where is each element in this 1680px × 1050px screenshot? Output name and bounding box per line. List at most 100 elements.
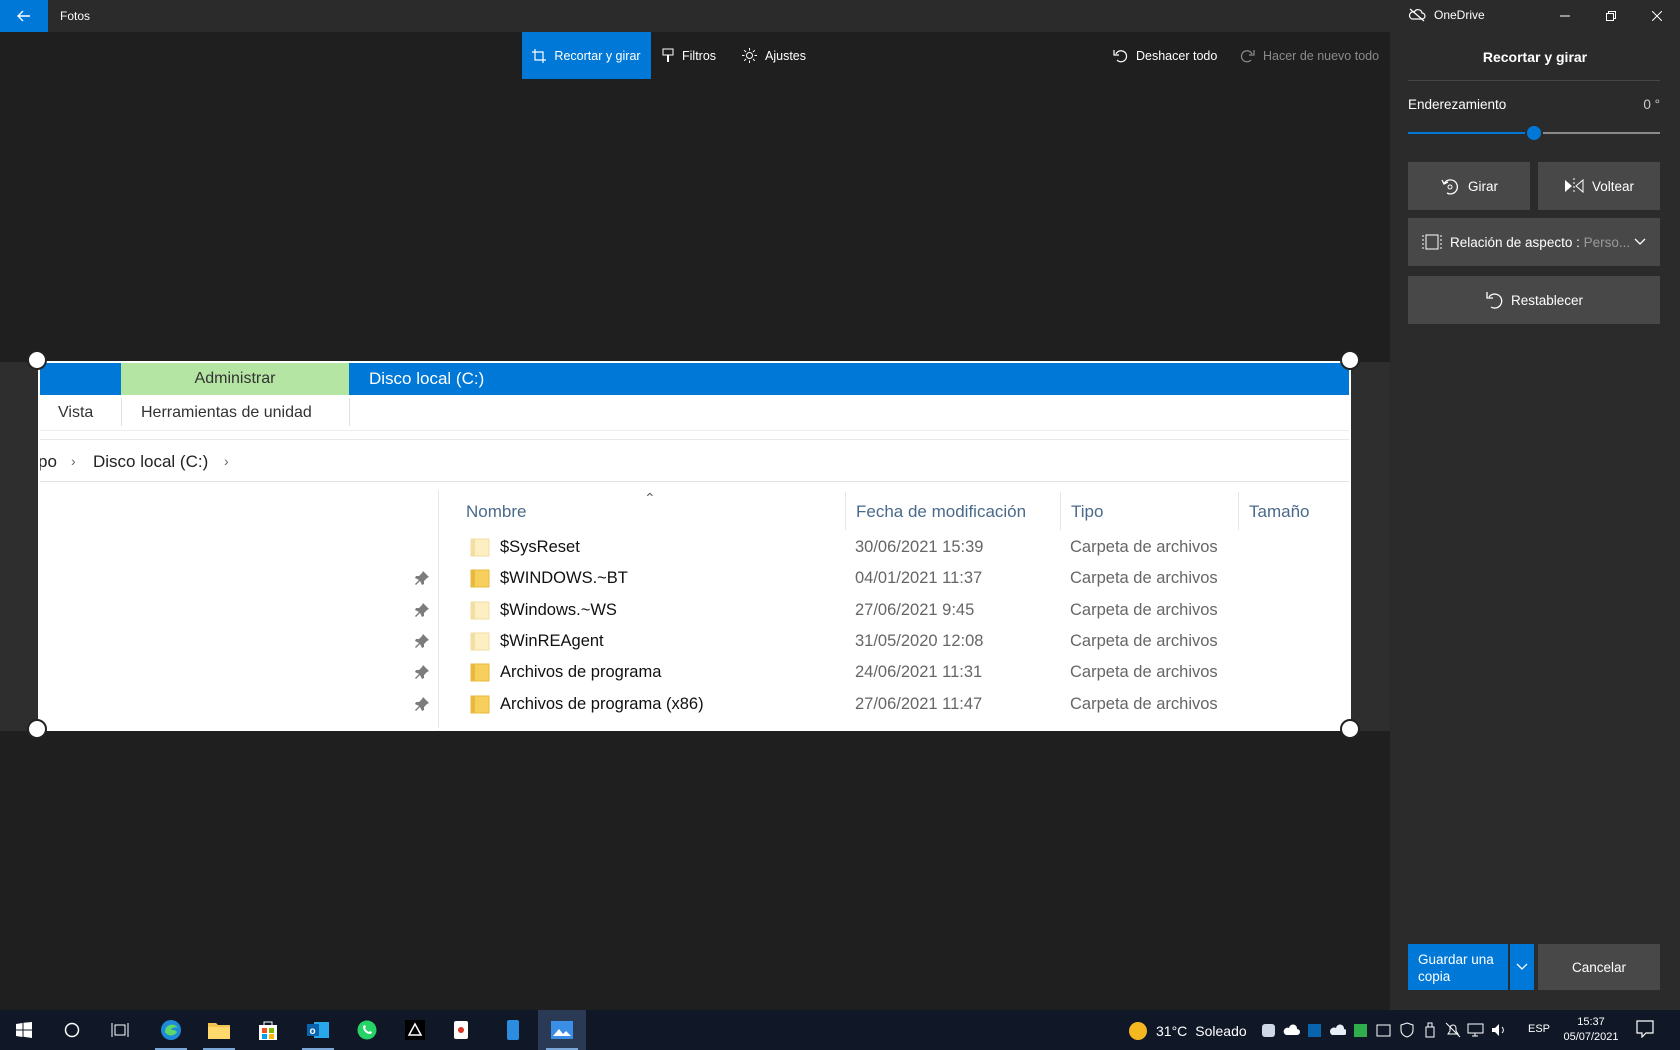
search-button[interactable]: [48, 1010, 96, 1050]
cloud-app-icon[interactable]: [1260, 1022, 1277, 1039]
taskbar-outlook[interactable]: o: [294, 1010, 342, 1050]
network-adapter-icon[interactable]: [1375, 1022, 1392, 1039]
crop-handle-bottom-right[interactable]: [1340, 719, 1360, 739]
rotate-button[interactable]: Girar: [1408, 162, 1530, 210]
onedrive-offline-icon: [1408, 8, 1426, 22]
straighten-slider[interactable]: [1408, 124, 1660, 142]
taskbar-solitaire[interactable]: [438, 1010, 486, 1050]
crop-icon: [532, 48, 547, 63]
clock[interactable]: 15:37 05/07/2021: [1558, 1015, 1624, 1045]
adjust-tool[interactable]: Ajustes: [742, 32, 806, 79]
phone-icon: [507, 1020, 519, 1040]
restore-button[interactable]: [1588, 0, 1634, 32]
straighten-slider-thumb[interactable]: [1525, 124, 1543, 142]
aspect-ratio-label: Relación de aspecto :: [1450, 234, 1584, 250]
cards-icon: [454, 1021, 468, 1039]
usb-icon[interactable]: [1421, 1022, 1438, 1039]
clock-date: 05/07/2021: [1563, 1031, 1619, 1043]
taskbar: o 31°C Soleado ESP 15:37 05/07/2021: [0, 1010, 1680, 1050]
brush-icon: [662, 48, 674, 62]
volume-icon[interactable]: [1490, 1022, 1507, 1039]
start-button[interactable]: [0, 1010, 48, 1050]
taskbar-photos[interactable]: [538, 1010, 586, 1050]
crop-handle-top-right[interactable]: [1340, 350, 1360, 370]
chevron-down-icon: [1516, 963, 1528, 970]
store-bag-icon: [259, 1021, 277, 1040]
crop-rotate-panel: Recortar y girar Enderezamiento 0 ° Gira…: [1390, 32, 1680, 1010]
notifications-muted-icon[interactable]: [1444, 1022, 1461, 1039]
task-view-button[interactable]: [96, 1010, 144, 1050]
restore-icon: [1606, 11, 1616, 21]
back-button[interactable]: [0, 0, 48, 32]
flip-icon: [1564, 178, 1584, 194]
minimize-button[interactable]: [1542, 0, 1588, 32]
onedrive-tray-icon[interactable]: [1329, 1022, 1346, 1039]
rotate-label: Girar: [1468, 178, 1498, 194]
shield-icon[interactable]: [1398, 1022, 1415, 1039]
reset-label: Restablecer: [1510, 292, 1584, 308]
straighten-value: 0 °: [1643, 97, 1660, 112]
flip-label: Voltear: [1591, 178, 1635, 194]
taskbar-phone[interactable]: [489, 1010, 537, 1050]
sun-icon: [1129, 1022, 1147, 1040]
outlook-icon: o: [307, 1022, 329, 1038]
close-icon: [1652, 11, 1662, 21]
taskbar-edge[interactable]: [147, 1010, 195, 1050]
arrow-left-icon: [17, 10, 30, 22]
taskbar-app[interactable]: [391, 1010, 439, 1050]
taskbar-file-explorer[interactable]: [195, 1010, 243, 1050]
input-language[interactable]: ESP: [1528, 1023, 1550, 1035]
save-copy-button[interactable]: Guardar una copia: [1408, 944, 1508, 990]
action-center-button[interactable]: [1636, 1020, 1654, 1041]
adjust-label: Ajustes: [765, 48, 806, 63]
straighten-slider-fill: [1408, 132, 1534, 134]
crop-rotate-tool[interactable]: Recortar y girar: [522, 32, 651, 79]
chevron-down-icon: [1634, 238, 1646, 245]
taskbar-store[interactable]: [244, 1010, 292, 1050]
undo-all-label: Deshacer todo: [1136, 48, 1218, 63]
reset-icon: [1486, 292, 1503, 309]
crop-handle-top-left[interactable]: [27, 350, 47, 370]
weather-text: Soleado: [1195, 1023, 1247, 1039]
taskbar-whatsapp[interactable]: [343, 1010, 391, 1050]
aspect-ratio-dropdown[interactable]: Relación de aspecto : Perso...: [1408, 218, 1660, 266]
notification-center-icon: [1636, 1020, 1654, 1039]
panel-divider: [1408, 80, 1660, 81]
filters-tool[interactable]: Filtros: [662, 32, 716, 79]
aspect-ratio-icon: [1422, 234, 1442, 250]
upload-cloud-icon[interactable]: [1283, 1022, 1300, 1039]
onedrive-status[interactable]: OneDrive: [1408, 8, 1485, 22]
task-view-icon: [111, 1023, 129, 1037]
security-app-icon[interactable]: [1352, 1022, 1369, 1039]
whatsapp-icon: [357, 1020, 377, 1040]
cortana-circle-icon: [64, 1022, 80, 1038]
aspect-ratio-value: Perso...: [1583, 234, 1631, 250]
save-options-button[interactable]: [1510, 944, 1534, 990]
straighten-label: Enderezamiento: [1408, 97, 1507, 112]
redo-all-label: Hacer de nuevo todo: [1263, 48, 1380, 63]
app-title: Fotos: [60, 9, 91, 23]
close-button[interactable]: [1634, 0, 1680, 32]
undo-all-button[interactable]: Deshacer todo: [1113, 32, 1217, 79]
outlook-tray-icon[interactable]: [1306, 1022, 1323, 1039]
weather-widget[interactable]: 31°C Soleado: [1128, 1021, 1247, 1041]
rotate-icon: [1441, 179, 1459, 195]
undo-icon: [1113, 50, 1128, 63]
photos-icon: [551, 1021, 573, 1039]
network-icon[interactable]: [1467, 1022, 1484, 1039]
redo-all-button[interactable]: Hacer de nuevo todo: [1240, 32, 1379, 79]
weather-temp: 31°C: [1156, 1023, 1188, 1039]
panel-title: Recortar y girar: [1482, 49, 1588, 65]
reset-button[interactable]: Restablecer: [1408, 276, 1660, 324]
minimize-icon: [1560, 15, 1570, 17]
crop-handle-bottom-left[interactable]: [27, 719, 47, 739]
svg-text:o: o: [310, 1026, 316, 1037]
onedrive-label: OneDrive: [1434, 8, 1485, 22]
title-bar: Fotos OneDrive: [0, 0, 1680, 32]
sun-icon: [742, 48, 757, 63]
crop-frame[interactable]: [38, 361, 1351, 730]
system-tray: [1260, 1010, 1507, 1050]
cancel-button[interactable]: Cancelar: [1538, 944, 1660, 990]
flip-button[interactable]: Voltear: [1538, 162, 1660, 210]
filters-label: Filtros: [682, 48, 717, 63]
